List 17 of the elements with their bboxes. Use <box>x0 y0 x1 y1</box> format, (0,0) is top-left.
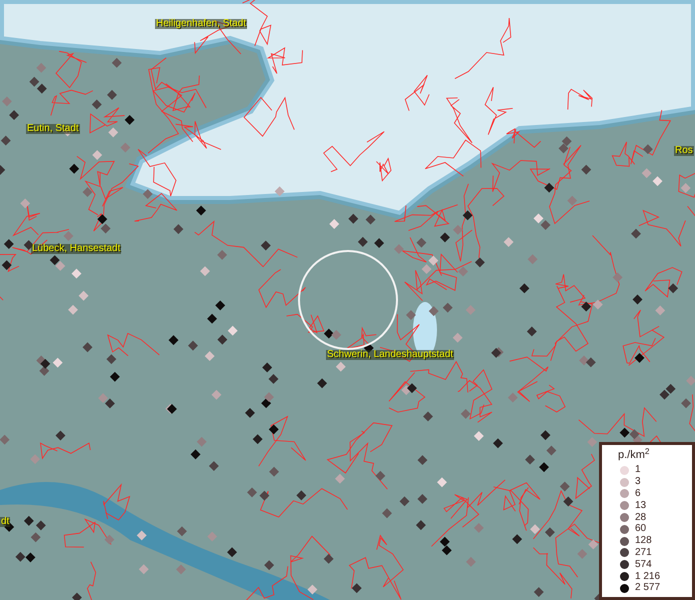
legend-label: 1 216 <box>635 572 660 582</box>
legend-label: 3 <box>635 477 641 488</box>
legend-label: 574 <box>635 560 652 570</box>
legend-label: 28 <box>635 512 646 523</box>
place-label: Lübeck, Hansestadt <box>31 244 122 254</box>
legend-label: 128 <box>635 536 652 546</box>
legend-label: 2 577 <box>635 583 660 594</box>
legend-label: 13 <box>635 500 646 511</box>
legend-title: p./km$^{2}$ <box>618 447 650 463</box>
legend-label: 6 <box>635 488 641 499</box>
place-label: Schwerin, Landeshauptstadt <box>326 350 454 360</box>
place-label: Eutin, Stadt <box>26 124 80 134</box>
legend-label: 1 <box>635 465 641 476</box>
legend-label: 60 <box>635 524 646 534</box>
place-label: dt <box>0 517 10 527</box>
place-label: Ros <box>674 146 694 156</box>
legend-label: 271 <box>635 548 652 558</box>
